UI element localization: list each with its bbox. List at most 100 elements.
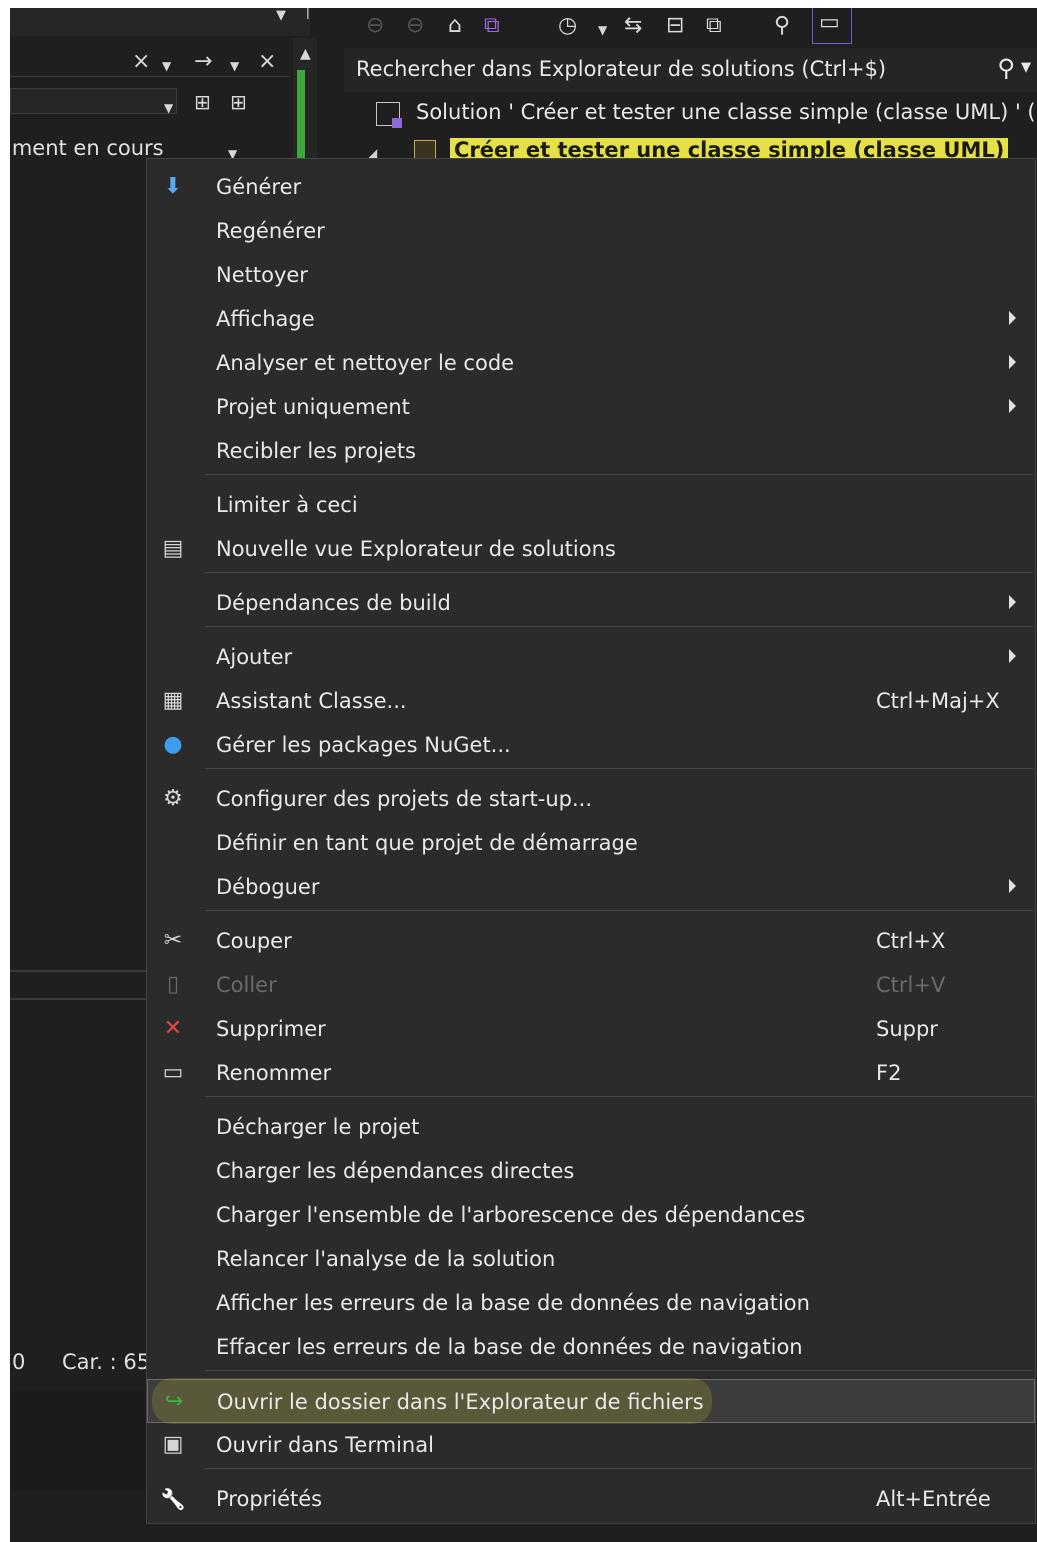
menu-item-generer[interactable]: ⬇ Générer bbox=[147, 165, 1035, 209]
menu-item-label: Assistant Classe... bbox=[216, 689, 407, 713]
forward-icon[interactable]: ⊖ bbox=[406, 14, 424, 38]
menu-item-label: Définir en tant que projet de démarrage bbox=[216, 831, 638, 855]
menu-item-coller: ▯ Coller Ctrl+V bbox=[147, 963, 1035, 1007]
menu-item-label: Décharger le projet bbox=[216, 1115, 420, 1139]
menu-separator bbox=[205, 1370, 1033, 1371]
submenu-arrow-icon bbox=[1009, 311, 1016, 325]
menu-item-deboguer[interactable]: Déboguer bbox=[147, 865, 1035, 909]
solution-icon bbox=[376, 102, 402, 128]
menu-item-shortcut: Ctrl+Maj+X bbox=[876, 689, 1000, 713]
menu-item-afficher-les-erreurs-de-la-base-de-donnees-de-navigation[interactable]: Afficher les erreurs de la base de donné… bbox=[147, 1281, 1035, 1325]
project-icon bbox=[414, 140, 436, 160]
menu-item-gerer-les-packages-nuget[interactable]: ● Gérer les packages NuGet... bbox=[147, 723, 1035, 767]
menu-item-ajouter[interactable]: Ajouter bbox=[147, 635, 1035, 679]
menu-separator bbox=[205, 1096, 1033, 1097]
new-view-icon: ▤ bbox=[162, 536, 184, 561]
menu-item-label: Nettoyer bbox=[216, 263, 308, 287]
sync-icon[interactable]: ⇆ bbox=[624, 14, 642, 38]
menu-item-label: Relancer l'analyse de la solution bbox=[216, 1247, 556, 1271]
gear-icon: ⚙ bbox=[163, 786, 183, 811]
menu-item-charger-l-ensemble-de-l-arborescence-des-dependances[interactable]: Charger l'ensemble de l'arborescence des… bbox=[147, 1193, 1035, 1237]
home-icon[interactable]: ⌂ bbox=[448, 14, 462, 38]
menu-item-ouvrir-dans-terminal[interactable]: ▣ Ouvrir dans Terminal bbox=[147, 1423, 1035, 1467]
search-icon[interactable]: ⚲ bbox=[997, 54, 1015, 82]
menu-item-affichage[interactable]: Affichage bbox=[147, 297, 1035, 341]
menu-item-configurer-des-projets-de-start-up[interactable]: ⚙ Configurer des projets de start-up... bbox=[147, 777, 1035, 821]
menu-item-projet-uniquement[interactable]: Projet uniquement bbox=[147, 385, 1035, 429]
left-panel-dropdown[interactable] bbox=[10, 88, 177, 114]
menu-item-label: Afficher les erreurs de la base de donné… bbox=[216, 1291, 810, 1315]
navigate-arrow-icon[interactable]: → bbox=[194, 50, 212, 74]
menu-separator bbox=[205, 572, 1033, 573]
back-icon[interactable]: ⊖ bbox=[366, 14, 384, 38]
collapse-all-icon[interactable]: ⊟ bbox=[666, 14, 684, 38]
history-icon[interactable]: ◷ bbox=[558, 14, 577, 38]
menu-item-relancer-l-analyse-de-la-solution[interactable]: Relancer l'analyse de la solution bbox=[147, 1237, 1035, 1281]
menu-item-shortcut: Suppr bbox=[876, 1017, 938, 1041]
menu-item-proprietes[interactable]: 🔧 Propriétés Alt+Entrée bbox=[147, 1477, 1035, 1521]
wrench-icon: 🔧 bbox=[160, 1487, 186, 1511]
build-icon: ⬇ bbox=[163, 174, 183, 199]
scrollbar-thumb[interactable] bbox=[297, 70, 305, 170]
toolbar-filter-icon[interactable]: ⊞ bbox=[194, 90, 211, 114]
menu-separator bbox=[205, 626, 1033, 627]
submenu-arrow-icon bbox=[1009, 595, 1016, 609]
menu-item-assistant-classe[interactable]: ▦ Assistant Classe... Ctrl+Maj+X bbox=[147, 679, 1035, 723]
menu-item-dependances-de-build[interactable]: Dépendances de build bbox=[147, 581, 1035, 625]
menu-item-label: Renommer bbox=[216, 1061, 332, 1085]
toolbar-grid-icon[interactable]: ⊞ bbox=[230, 90, 247, 114]
menu-item-couper[interactable]: ✂ Couper Ctrl+X bbox=[147, 919, 1035, 963]
menu-item-limiter-a-ceci[interactable]: Limiter à ceci bbox=[147, 483, 1035, 527]
dropdown-caret-icon[interactable]: ▼ bbox=[1021, 60, 1031, 75]
solution-label: Solution ' Créer et tester une classe si… bbox=[416, 100, 1037, 124]
submenu-arrow-icon bbox=[1009, 399, 1016, 413]
menu-item-label: Déboguer bbox=[216, 875, 320, 899]
dropdown-caret-icon[interactable]: ▼ bbox=[230, 54, 239, 78]
pin-icon[interactable]: ⊤ bbox=[300, 8, 316, 26]
menu-item-regenerer[interactable]: Regénérer bbox=[147, 209, 1035, 253]
dropdown-caret-icon[interactable]: ▼ bbox=[276, 8, 286, 28]
menu-item-label: Ouvrir dans Terminal bbox=[216, 1433, 434, 1457]
menu-item-supprimer[interactable]: ✕ Supprimer Suppr bbox=[147, 1007, 1035, 1051]
submenu-arrow-icon bbox=[1009, 355, 1016, 369]
delete-icon: ✕ bbox=[163, 1016, 183, 1041]
preview-toggle-button[interactable]: ▭ bbox=[812, 8, 852, 44]
menu-item-effacer-les-erreurs-de-la-base-de-donnees-de-navigation[interactable]: Effacer les erreurs de la base de donnée… bbox=[147, 1325, 1035, 1369]
menu-item-label: Propriétés bbox=[216, 1487, 323, 1511]
menu-item-label: Effacer les erreurs de la base de donnée… bbox=[216, 1335, 803, 1359]
menu-item-recibler-les-projets[interactable]: Recibler les projets bbox=[147, 429, 1035, 473]
dropdown-caret-icon[interactable]: ▼ bbox=[164, 96, 173, 120]
menu-item-label: Charger les dépendances directes bbox=[216, 1159, 575, 1183]
menu-item-analyser-et-nettoyer-le-code[interactable]: Analyser et nettoyer le code bbox=[147, 341, 1035, 385]
menu-item-charger-les-dependances-directes[interactable]: Charger les dépendances directes bbox=[147, 1149, 1035, 1193]
menu-separator bbox=[205, 910, 1033, 911]
menu-item-decharger-le-projet[interactable]: Décharger le projet bbox=[147, 1105, 1035, 1149]
nuget-icon: ● bbox=[163, 732, 183, 757]
vs-switch-view-icon[interactable]: ⧉ bbox=[484, 14, 500, 38]
dropdown-caret-icon[interactable]: ▼ bbox=[162, 54, 171, 78]
close-panel-icon[interactable]: × bbox=[258, 50, 276, 74]
menu-item-shortcut: Alt+Entrée bbox=[876, 1487, 991, 1511]
menu-separator bbox=[205, 474, 1033, 475]
menu-item-label: Charger l'ensemble de l'arborescence des… bbox=[216, 1203, 806, 1227]
menu-item-nouvelle-vue-explorateur-de-solutions[interactable]: ▤ Nouvelle vue Explorateur de solutions bbox=[147, 527, 1035, 571]
menu-item-ouvrir-le-dossier-dans-l-explorateur-de-fichiers[interactable]: ↪ Ouvrir le dossier dans l'Explorateur de… bbox=[147, 1378, 1035, 1424]
scroll-up-icon[interactable]: ▲ bbox=[300, 42, 311, 66]
menu-item-shortcut: F2 bbox=[876, 1061, 902, 1085]
menu-item-label: Supprimer bbox=[216, 1017, 326, 1041]
show-all-files-icon[interactable]: ⧉ bbox=[706, 14, 722, 38]
open-folder-arrow-icon: ↪ bbox=[164, 1389, 184, 1414]
menu-item-definir-en-tant-que-projet-de-demarrage[interactable]: Définir en tant que projet de démarrage bbox=[147, 821, 1035, 865]
bottom-panel bbox=[10, 1391, 160, 1491]
menu-item-nettoyer[interactable]: Nettoyer bbox=[147, 253, 1035, 297]
menu-item-renommer[interactable]: ▭ Renommer F2 bbox=[147, 1051, 1035, 1095]
solution-node[interactable]: Solution ' Créer et tester une classe si… bbox=[344, 92, 1037, 136]
menu-item-label: Ouvrir le dossier dans l'Explorateur de … bbox=[217, 1390, 704, 1414]
properties-wrench-icon[interactable]: ⚲ bbox=[774, 14, 790, 38]
preview-icon: ▭ bbox=[819, 10, 840, 35]
solution-explorer-toolbar: ⊖ ⊖ ⌂ ⧉ ◷ ▼ ⇆ ⊟ ⧉ ⚲ ▭ bbox=[344, 8, 1037, 48]
close-icon[interactable]: × bbox=[132, 50, 150, 74]
dropdown-caret-icon[interactable]: ▼ bbox=[598, 18, 607, 42]
solution-search-bar[interactable]: Rechercher dans Explorateur de solutions… bbox=[344, 48, 1037, 93]
menu-item-label: Gérer les packages NuGet... bbox=[216, 733, 511, 757]
